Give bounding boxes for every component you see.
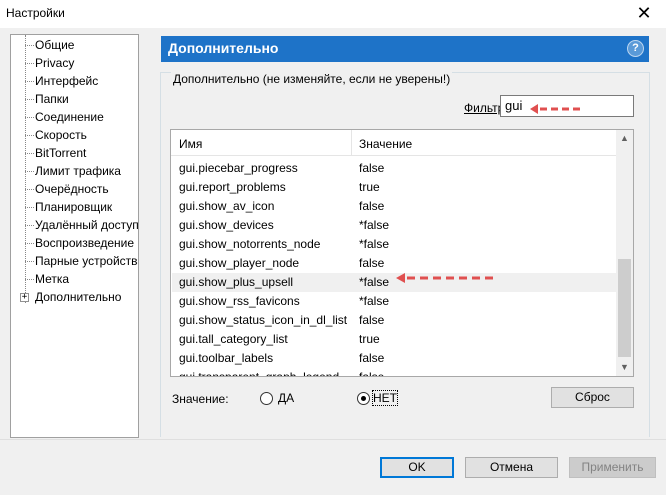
radio-yes[interactable]: [260, 392, 273, 405]
table-row[interactable]: gui.show_av_icon false: [172, 197, 617, 216]
tree-item-folders[interactable]: Папки: [35, 90, 69, 108]
section-title: Дополнительно: [168, 40, 279, 56]
list-header: Имя Значение: [171, 130, 617, 156]
row-value: true: [359, 180, 380, 194]
row-name: gui.show_player_node: [179, 256, 300, 270]
tree-connector: [25, 63, 34, 64]
row-name: gui.show_av_icon: [179, 199, 275, 213]
scroll-thumb[interactable]: [618, 259, 631, 357]
table-row[interactable]: gui.show_devices *false: [172, 216, 617, 235]
annotation-arrow: [396, 273, 498, 283]
row-value: false: [359, 256, 385, 270]
filter-label: Фильтр: [464, 101, 504, 115]
tree-connector: [25, 207, 34, 208]
tree-connector: [25, 135, 34, 136]
table-row[interactable]: gui.report_problems true: [172, 178, 617, 197]
vertical-scrollbar[interactable]: ▲ ▼: [616, 130, 633, 376]
tree-item-remote[interactable]: Удалённый доступ: [35, 216, 138, 234]
tree-item-playback[interactable]: Воспроизведение: [35, 234, 134, 252]
settings-list[interactable]: Имя Значение gui.piecebar_progress false …: [170, 129, 634, 377]
tree-connector: [25, 99, 34, 100]
tree-connector: [25, 35, 26, 303]
radio-no-label[interactable]: НЕТ: [372, 390, 398, 406]
tree-connector: [25, 171, 34, 172]
table-row[interactable]: gui.toolbar_labels false: [172, 349, 617, 368]
reset-button[interactable]: Сброс: [551, 387, 634, 408]
column-value-header[interactable]: Значение: [359, 137, 412, 151]
tree-item-connection[interactable]: Соединение: [35, 108, 104, 126]
tree-item-advanced[interactable]: Дополнительно: [35, 288, 121, 306]
row-value: false: [359, 370, 385, 377]
table-row[interactable]: gui.show_rss_favicons *false: [172, 292, 617, 311]
tree-item-scheduler[interactable]: Планировщик: [35, 198, 112, 216]
row-name: gui.report_problems: [179, 180, 286, 194]
row-name: gui.show_plus_upsell: [179, 275, 294, 289]
row-value: false: [359, 161, 385, 175]
cancel-button[interactable]: Отмена: [465, 457, 558, 478]
row-name: gui.show_notorrents_node: [179, 237, 321, 251]
scroll-down-icon[interactable]: ▼: [616, 359, 633, 376]
row-value: false: [359, 351, 385, 365]
title-bar: Настройки ✕: [0, 0, 666, 28]
row-name: gui.show_devices: [179, 218, 274, 232]
tree-connector: [25, 117, 34, 118]
row-name: gui.piecebar_progress: [179, 161, 298, 175]
row-value: false: [359, 313, 385, 327]
value-label: Значение:: [172, 392, 229, 406]
tree-connector: [25, 189, 34, 190]
tree-item-paired-devices[interactable]: Парные устройства: [35, 252, 138, 270]
column-name-header[interactable]: Имя: [179, 137, 202, 151]
table-row[interactable]: gui.show_status_icon_in_dl_list false: [172, 311, 617, 330]
column-divider[interactable]: [351, 130, 352, 156]
tree-connector: [25, 225, 34, 226]
row-name: gui.show_rss_favicons: [179, 294, 300, 308]
row-name: gui.show_status_icon_in_dl_list: [179, 313, 348, 327]
row-name: gui.tall_category_list: [179, 332, 288, 346]
section-header: Дополнительно ?: [161, 36, 649, 62]
settings-tree[interactable]: Общие Privacy Интерфейс Папки Соединение…: [10, 34, 139, 438]
help-icon[interactable]: ?: [627, 40, 644, 57]
tree-connector: [25, 81, 34, 82]
row-value: *false: [359, 218, 390, 232]
tree-item-speed[interactable]: Скорость: [35, 126, 87, 144]
table-row[interactable]: gui.show_notorrents_node *false: [172, 235, 617, 254]
window-title: Настройки: [6, 6, 65, 20]
filter-label-text: Фильтр: [464, 101, 505, 115]
row-name: gui.transparent_graph_legend: [179, 370, 340, 377]
row-value: *false: [359, 237, 390, 251]
row-value: *false: [359, 275, 390, 289]
tree-item-interface[interactable]: Интерфейс: [35, 72, 98, 90]
table-row[interactable]: gui.piecebar_progress false: [172, 159, 617, 178]
apply-button[interactable]: Применить: [569, 457, 656, 478]
dialog-body: Общие Privacy Интерфейс Папки Соединение…: [0, 28, 666, 439]
tree-item-queueing[interactable]: Очерёдность: [35, 180, 109, 198]
radio-no[interactable]: [357, 392, 370, 405]
row-value: *false: [359, 294, 390, 308]
annotation-arrow: [530, 104, 582, 114]
tree-item-traffic-limit[interactable]: Лимит трафика: [35, 162, 121, 180]
row-value: false: [359, 199, 385, 213]
tree-item-bittorrent[interactable]: BitTorrent: [35, 144, 86, 162]
row-name: gui.toolbar_labels: [179, 351, 274, 365]
tree-connector: [25, 243, 34, 244]
scroll-up-icon[interactable]: ▲: [616, 130, 633, 147]
table-row[interactable]: gui.transparent_graph_legend false: [172, 368, 617, 377]
tree-connector: [25, 45, 34, 46]
row-value: true: [359, 332, 380, 346]
tree-item-label[interactable]: Метка: [35, 270, 69, 288]
expand-icon[interactable]: +: [20, 293, 29, 302]
ok-button[interactable]: OK: [380, 457, 454, 478]
close-icon[interactable]: ✕: [632, 2, 656, 24]
dialog-footer: OK Отмена Применить: [0, 440, 666, 495]
tree-item-privacy[interactable]: Privacy: [35, 54, 74, 72]
group-label: Дополнительно (не изменяйте, если не уве…: [171, 72, 453, 86]
radio-yes-label[interactable]: ДА: [278, 391, 294, 405]
table-row[interactable]: gui.tall_category_list true: [172, 330, 617, 349]
tree-connector: [25, 153, 34, 154]
tree-connector: [25, 261, 34, 262]
tree-connector: [25, 279, 34, 280]
tree-item-general[interactable]: Общие: [35, 36, 74, 54]
